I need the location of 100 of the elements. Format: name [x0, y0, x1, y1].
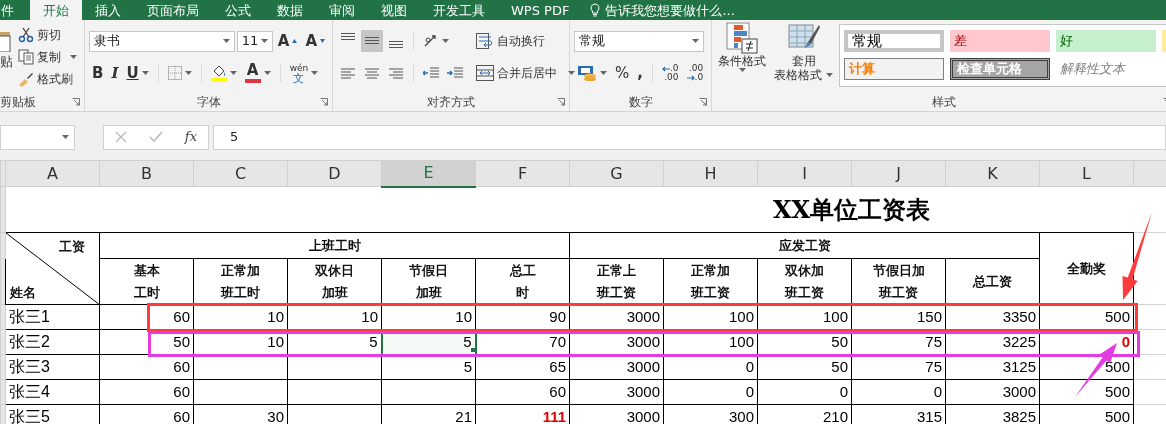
table-cell: 50 — [757, 354, 852, 380]
group-label: 剪贴板 — [0, 94, 36, 111]
indent-icon — [447, 66, 463, 80]
header-label: 加班 — [414, 283, 443, 302]
copy-icon — [18, 49, 34, 65]
number-format-field[interactable]: 常规 — [574, 30, 704, 52]
search-prompt[interactable]: 告诉我您想要做什么... — [605, 1, 735, 19]
header-label: 时 — [515, 283, 530, 302]
font-size-field[interactable]: 11 — [236, 30, 273, 52]
table-cell: 张三3 — [5, 354, 100, 380]
cell-style-swatch[interactable]: 差 — [950, 30, 1050, 52]
grow-font-button[interactable]: A — [274, 30, 301, 52]
ribbon-tab[interactable]: 审阅 — [316, 0, 368, 20]
table-cell: 张三4 — [5, 379, 100, 405]
caret-icon — [263, 71, 271, 75]
header-label: 正常加 — [690, 261, 731, 280]
ribbon-tab[interactable]: 公式 — [212, 0, 264, 20]
caret-icon — [229, 71, 237, 75]
insert-function-button[interactable]: fx — [184, 127, 197, 147]
column-header[interactable]: F — [475, 160, 570, 187]
column-header[interactable]: J — [851, 160, 946, 187]
bold-button[interactable]: B — [89, 62, 107, 84]
group-label: 数字 — [628, 94, 653, 111]
increase-decimal-button[interactable]: .0 .00 — [658, 62, 682, 84]
table-cell: 3125 — [945, 354, 1040, 380]
wrap-text-icon — [476, 33, 494, 49]
table-cell: 5 — [381, 354, 476, 380]
header-label: 工时 — [132, 283, 161, 302]
right-arrow-icon — [686, 74, 695, 81]
font-color-button[interactable]: A — [241, 62, 274, 84]
underline-button[interactable]: U — [123, 62, 152, 84]
left-arrow-icon — [661, 65, 670, 72]
formula-input[interactable]: 5 — [213, 124, 1166, 150]
format-painter-button[interactable]: 格式刷 — [16, 68, 79, 90]
ribbon-tab[interactable]: 视图 — [368, 0, 420, 20]
column-header[interactable]: D — [287, 160, 382, 187]
table-cell: 60 — [99, 304, 194, 330]
column-header[interactable]: I — [757, 160, 852, 187]
header-label: 工资 — [59, 238, 85, 256]
percent-button[interactable]: % — [612, 62, 633, 84]
table-format-button[interactable]: 套用 表格格式 — [772, 20, 835, 93]
font-name-field[interactable]: 隶书 — [89, 30, 235, 52]
table-cell: 3000 — [569, 354, 664, 380]
ribbon-tab[interactable]: 页面布局 — [134, 0, 212, 20]
column-header[interactable]: A — [5, 160, 100, 187]
dialog-launcher-icon[interactable] — [557, 98, 565, 106]
align-center-icon — [365, 66, 379, 80]
header-label: 班工资 — [595, 283, 637, 302]
cell-style-swatch[interactable]: 常规 — [844, 30, 944, 52]
column-header[interactable]: C — [193, 160, 288, 187]
italic-button[interactable]: I — [108, 62, 122, 84]
header-label: 正常上 — [596, 261, 637, 280]
text-angle-icon — [423, 34, 439, 48]
caret-icon — [184, 71, 192, 75]
vertical-align-button[interactable] — [361, 30, 383, 52]
column-header[interactable]: L — [1039, 160, 1134, 187]
shrink-font-button[interactable]: A — [302, 30, 328, 52]
header-label: 姓名 — [10, 283, 36, 302]
header-label: 班工资 — [689, 283, 731, 302]
caret-icon — [141, 71, 149, 75]
table-cell: 张三1 — [5, 304, 100, 330]
up-triangle-icon — [292, 39, 298, 43]
cut-button[interactable]: 剪切 — [16, 24, 79, 46]
column-header[interactable]: B — [99, 160, 194, 187]
table-cell: 0 — [757, 379, 852, 405]
column-header[interactable]: E — [381, 160, 476, 187]
header-label: 总工资 — [971, 272, 1013, 291]
column-header[interactable]: H — [663, 160, 758, 187]
caret-icon — [692, 39, 699, 43]
ribbon-tab[interactable]: 开发工具 — [420, 0, 498, 20]
dialog-launcher-icon[interactable] — [699, 98, 707, 106]
merge-center-button[interactable]: 合并后居中 — [474, 62, 577, 84]
lightbulb-icon — [590, 3, 601, 17]
column-header[interactable]: G — [569, 160, 664, 187]
ribbon-tab[interactable]: 插入 — [82, 0, 134, 20]
align-lines-icon — [389, 41, 403, 49]
decrease-decimal-button[interactable]: .00 .0 — [683, 62, 707, 84]
merge-cells-icon — [476, 65, 494, 81]
header-cell: 上班工时 — [99, 232, 570, 259]
header-label: 节假日 — [408, 261, 449, 280]
column-header[interactable]: K — [945, 160, 1040, 187]
comma-button[interactable]: , — [634, 62, 646, 84]
dialog-launcher-icon[interactable] — [320, 98, 328, 106]
wrap-text-button[interactable]: 自动换行 — [474, 30, 547, 52]
paste-button[interactable]: 贴 — [0, 30, 12, 93]
ribbon-tab[interactable]: 数据 — [264, 0, 316, 20]
ribbon-tab[interactable]: 开始 — [30, 0, 82, 20]
money-icon — [577, 65, 597, 81]
ribbon-tab[interactable]: WPS PDF — [498, 0, 583, 20]
header-label: 班工时 — [219, 283, 261, 302]
ribbon-tab[interactable]: 件 — [0, 0, 30, 20]
copy-button[interactable]: 复制 — [16, 46, 79, 68]
cancel-icon — [114, 131, 127, 143]
dialog-launcher-icon[interactable] — [72, 98, 80, 106]
outdent-icon — [423, 66, 439, 80]
cell-style-swatch[interactable]: 好 — [1056, 30, 1156, 52]
phonetic-button[interactable]: wén 文 — [286, 62, 322, 84]
down-triangle-icon — [320, 39, 325, 43]
conditional-format-button[interactable]: 条件格式 — [716, 20, 768, 93]
table-cell: 3000 — [945, 379, 1040, 405]
